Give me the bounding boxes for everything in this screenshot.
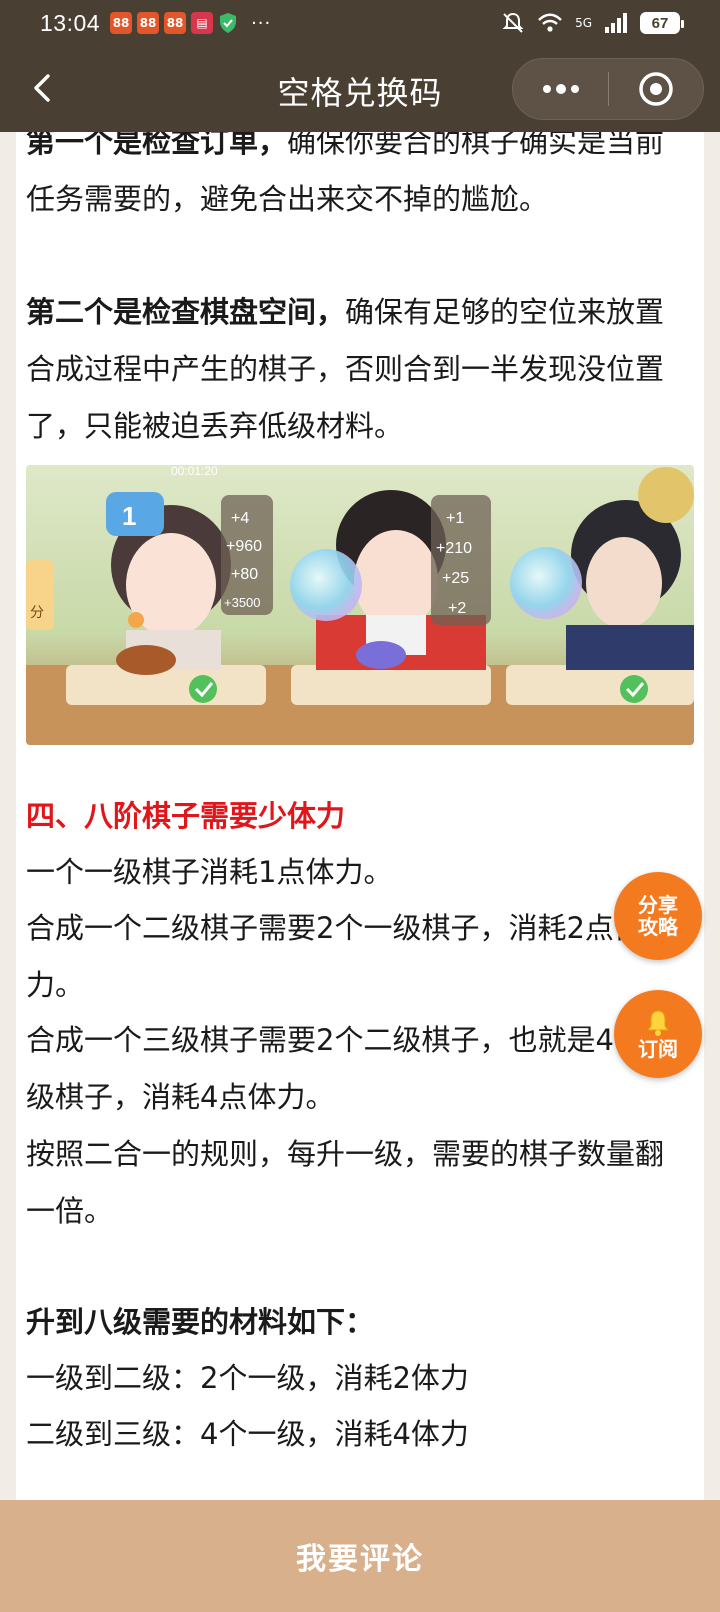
share-label-line2: 攻略 [638, 915, 678, 939]
points-text: 分 [30, 605, 44, 621]
app-notification-icon: 88 [164, 12, 187, 34]
reward-text: +210 [436, 540, 472, 557]
level-badge-text: 1 [122, 501, 136, 531]
battery-icon: 67 [640, 12, 684, 34]
paragraph-bold-lead: 第二个是检查棋盘空间， [26, 295, 346, 329]
nav-bar: 空格兑换码 [0, 46, 720, 132]
shield-icon [220, 13, 237, 33]
status-time: 13:04 [40, 9, 101, 36]
paragraph-line: 合成一个三级棋子需要2个二级棋子，也就是4个一级棋子，消耗4点体力。 [26, 1023, 672, 1114]
mini-program-capsule [512, 58, 704, 120]
subscribe-button[interactable]: 订阅 [614, 990, 702, 1078]
more-notifications-icon: ··· [251, 12, 272, 34]
comment-label: 我要评论 [296, 1542, 424, 1577]
paragraph-line: 合成一个二级棋子需要2个一级棋子，消耗2点体力。 [26, 911, 643, 1002]
paragraph-check-order: 第一个是检查订单，确保你要合的棋子确实是当前任务需要的，避免合出来交不掉的尴尬。 [26, 132, 686, 228]
app-notification-icon: 88 [110, 12, 133, 34]
close-button[interactable] [609, 59, 703, 119]
mute-bell-icon [502, 12, 524, 33]
paragraph-line: 一个一级棋子消耗1点体力。 [26, 855, 393, 889]
share-guide-button[interactable]: 分享 攻略 [614, 872, 702, 960]
status-bar: 13:04 88 88 88 ▤ ··· 5G 67 [0, 0, 720, 46]
network-type: 5G [575, 15, 592, 30]
timer-text: 00:01:20 [171, 465, 218, 478]
wifi-icon [538, 13, 562, 32]
article-body: 第一个是检查订单，确保你要合的棋子确实是当前任务需要的，避免合出来交不掉的尴尬。… [16, 132, 704, 1500]
subscribe-label: 订阅 [638, 1037, 678, 1061]
paragraph-check-board: 第二个是检查棋盘空间，确保有足够的空位来放置合成过程中产生的棋子，否则合到一半发… [26, 284, 686, 455]
reward-text: +2 [448, 600, 466, 617]
share-label-line1: 分享 [638, 893, 678, 917]
target-close-icon [639, 72, 673, 106]
materials-line: 二级到三级：4个一级，消耗4体力 [26, 1417, 469, 1451]
app-notification-icon: 88 [137, 12, 160, 34]
materials-line: 一级到二级：2个一级，消耗2体力 [26, 1361, 469, 1395]
reward-text: +1 [446, 510, 464, 527]
reward-text: +25 [442, 570, 469, 587]
more-button[interactable] [513, 59, 608, 119]
bell-icon [647, 1010, 669, 1036]
reward-text: +4 [231, 510, 249, 527]
comment-button[interactable]: 我要评论 [0, 1500, 720, 1612]
reward-text: +960 [226, 538, 262, 555]
reward-text: +3500 [224, 595, 261, 610]
reward-text: +80 [231, 566, 258, 583]
section-heading: 四、八阶棋子需要少体力 [26, 799, 346, 833]
materials-heading: 升到八级需要的材料如下： [26, 1305, 375, 1339]
paragraph-line: 按照二合一的规则，每升一级，需要的棋子数量翻一倍。 [26, 1137, 665, 1228]
game-screenshot-image: 1 +4 +960 +80 +3500 分 +1 +210 +25 +2 00:… [26, 465, 694, 745]
signal-icon [605, 13, 627, 33]
app-notification-icon: ▤ [191, 12, 214, 34]
notification-icons: 88 88 88 ▤ ··· [110, 12, 271, 34]
more-dots-icon [542, 84, 579, 94]
status-right: 5G 67 [501, 11, 684, 35]
paragraph-bold-lead: 第一个是检查订单， [26, 132, 288, 159]
